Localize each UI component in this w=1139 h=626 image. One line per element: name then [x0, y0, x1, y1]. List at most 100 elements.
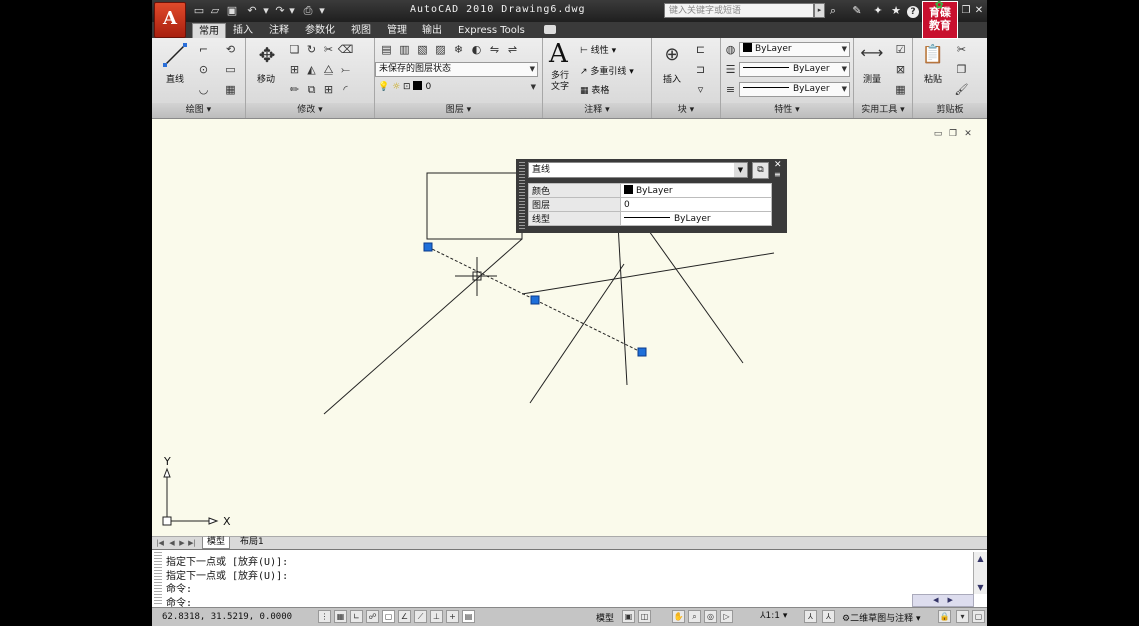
- communication-center-icon[interactable]: ✦: [871, 4, 885, 18]
- layer-isolate-icon[interactable]: ▧: [414, 41, 431, 58]
- lineweight-dropdown[interactable]: ByLayer ▼: [739, 82, 850, 97]
- lock-ui-icon[interactable]: 🔒: [938, 610, 951, 623]
- ribbon-minimize-icon[interactable]: [544, 25, 556, 34]
- table-row[interactable]: 图层 0: [528, 197, 772, 212]
- undo-dropdown-icon[interactable]: ▾: [259, 4, 273, 18]
- dynamic-input-icon[interactable]: ⊥: [430, 610, 443, 623]
- open-file-icon[interactable]: ▱: [208, 4, 222, 18]
- stretch-icon[interactable]: ⊞: [286, 61, 303, 78]
- drag-handle[interactable]: [519, 162, 525, 230]
- rotate-icon[interactable]: ↻: [303, 41, 320, 58]
- pencil-icon[interactable]: ✏: [286, 81, 303, 98]
- quick-select-icon[interactable]: ⧉: [752, 162, 769, 179]
- trim-icon[interactable]: ✂: [320, 41, 337, 58]
- drag-handle[interactable]: [154, 552, 162, 604]
- tab-layout1[interactable]: 布局1: [236, 537, 268, 548]
- redo-dropdown-icon[interactable]: ▾: [285, 4, 299, 18]
- measure-icon[interactable]: ⟷: [860, 44, 884, 64]
- properties-panel-title[interactable]: 特性 ▾: [721, 103, 853, 118]
- layer-properties-icon[interactable]: ▤: [378, 41, 395, 58]
- clean-screen-icon[interactable]: ▢: [972, 610, 985, 623]
- previous-tab-icon[interactable]: ◀: [168, 538, 176, 548]
- binoculars-icon[interactable]: ⌕: [826, 4, 840, 18]
- annotation-scale-dropdown[interactable]: ⅄1:1 ▾: [760, 611, 787, 621]
- tab-insert[interactable]: 插入: [227, 23, 259, 38]
- table-button[interactable]: ▦ 表格: [580, 83, 609, 96]
- layer-state-dropdown[interactable]: 未保存的图层状态 ▼: [375, 62, 538, 77]
- dynamic-ucs-icon[interactable]: ⟋: [414, 610, 427, 623]
- copy-icon[interactable]: ❏: [286, 41, 303, 58]
- restore-window-icon[interactable]: ❐: [960, 5, 972, 17]
- attribute-icon[interactable]: ▿: [692, 81, 709, 98]
- tab-manage[interactable]: 管理: [381, 23, 413, 38]
- modify-panel-title[interactable]: 修改 ▾: [246, 103, 374, 118]
- scale-icon[interactable]: ⧉: [303, 81, 320, 98]
- pan-icon[interactable]: ✋: [672, 610, 685, 623]
- annotation-panel-title[interactable]: 注释 ▾: [543, 103, 651, 118]
- insert-block-icon[interactable]: ⊕: [660, 43, 684, 67]
- layers-panel-title[interactable]: 图层 ▾: [375, 103, 542, 118]
- zoom-icon[interactable]: ⌕: [688, 610, 701, 623]
- tab-parametric[interactable]: 参数化: [299, 23, 341, 38]
- quick-access-dropdown-icon[interactable]: ▾: [315, 4, 329, 18]
- select-all-icon[interactable]: ⊠: [892, 61, 909, 78]
- scroll-up-icon[interactable]: ▲: [974, 552, 987, 565]
- utilities-panel-title[interactable]: 实用工具 ▾: [854, 103, 912, 118]
- color-wheel-icon[interactable]: ◍: [722, 41, 739, 58]
- layer-dropdown[interactable]: 💡 ☼ ⊡ 0 ▼: [375, 81, 538, 96]
- close-window-icon[interactable]: ✕: [973, 5, 985, 17]
- command-scrollbar[interactable]: ▲ ▼: [973, 552, 987, 594]
- color-dropdown[interactable]: ByLayer ▼: [739, 42, 850, 57]
- table-row[interactable]: 颜色 ByLayer: [528, 183, 772, 198]
- tab-annotate[interactable]: 注释: [263, 23, 295, 38]
- save-icon[interactable]: ▣: [225, 4, 239, 18]
- copy-clip-icon[interactable]: ❐: [953, 61, 970, 78]
- grid-display-icon[interactable]: ▦: [334, 610, 347, 623]
- hatch-icon[interactable]: ▦: [222, 81, 239, 98]
- horizontal-scrollbar[interactable]: ◀ ▶: [912, 594, 974, 607]
- draw-panel-title[interactable]: 绘图 ▾: [152, 103, 245, 118]
- line-tool-icon[interactable]: [162, 42, 188, 68]
- workspace-switch[interactable]: ⚙二维草图与注释 ▾: [842, 611, 920, 624]
- layer-walk-icon[interactable]: ⇌: [504, 41, 521, 58]
- model-space-button[interactable]: 模型: [596, 611, 614, 624]
- layer-match-icon[interactable]: ⇋: [486, 41, 503, 58]
- layer-state-icon[interactable]: ▥: [396, 41, 413, 58]
- next-tab-icon[interactable]: ▶: [178, 538, 186, 548]
- layer-unisolate-icon[interactable]: ▨: [432, 41, 449, 58]
- erase-icon[interactable]: ⌫: [337, 41, 354, 58]
- linetype-dropdown[interactable]: ByLayer ▼: [739, 62, 850, 77]
- panel-menu-icon[interactable]: ≡: [774, 170, 781, 179]
- property-value[interactable]: ByLayer: [620, 183, 772, 198]
- multiline-text-icon[interactable]: A: [549, 40, 568, 68]
- object-snap-icon[interactable]: ▢: [382, 610, 395, 623]
- linetype-icon[interactable]: ☰: [722, 61, 739, 78]
- arc-icon[interactable]: ◡: [195, 81, 212, 98]
- snap-mode-icon[interactable]: ⋮: [318, 610, 331, 623]
- layout-icon[interactable]: ▣: [622, 610, 635, 623]
- quick-select-icon[interactable]: ☑: [892, 41, 909, 58]
- annotation-visibility-icon[interactable]: ⅄: [804, 610, 817, 623]
- linear-dimension-button[interactable]: ⊢ 线性 ▾: [580, 43, 616, 56]
- rotate-arrow-icon[interactable]: ⟲: [222, 41, 239, 58]
- drawing-area[interactable]: ▭ ❐ ✕ Y X 直线 ▼ ⧉ ✕ ≡ 颜色 ByLayer 图层 0 线型 …: [152, 119, 987, 536]
- tab-view[interactable]: 视图: [345, 23, 377, 38]
- edit-block-icon[interactable]: ⊐: [692, 61, 709, 78]
- block-panel-title[interactable]: 块 ▾: [652, 103, 720, 118]
- layout-tabs-icon[interactable]: ◫: [638, 610, 651, 623]
- lineweight-icon[interactable]: ≡: [722, 81, 739, 98]
- property-value[interactable]: 0: [620, 197, 772, 212]
- last-tab-icon[interactable]: ▶|: [188, 538, 196, 548]
- tab-home[interactable]: 常用: [192, 23, 226, 39]
- polyline-icon[interactable]: ⌐: [195, 41, 212, 58]
- property-value[interactable]: ByLayer: [620, 211, 772, 226]
- fillet-icon[interactable]: ◜: [337, 81, 354, 98]
- tab-output[interactable]: 输出: [416, 23, 448, 38]
- scroll-down-icon[interactable]: ▼: [974, 581, 987, 594]
- auto-scale-icon[interactable]: ⅄: [822, 610, 835, 623]
- favorites-star-icon[interactable]: ★: [889, 4, 903, 18]
- tab-express-tools[interactable]: Express Tools: [452, 23, 531, 38]
- help-icon[interactable]: ?: [906, 4, 920, 18]
- table-row[interactable]: 线型 ByLayer: [528, 211, 772, 226]
- search-dropdown-icon[interactable]: ▸: [814, 3, 825, 18]
